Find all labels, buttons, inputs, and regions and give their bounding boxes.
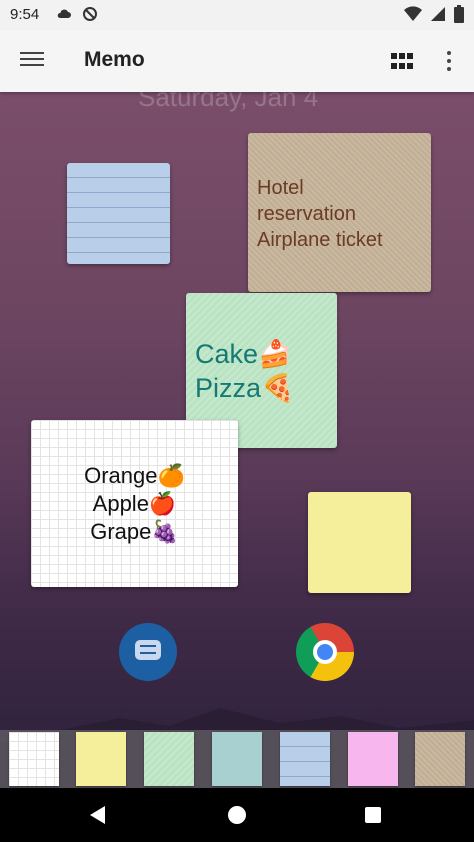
back-icon[interactable] bbox=[90, 806, 105, 824]
wifi-icon bbox=[404, 6, 422, 22]
home-screen: Saturday, Jan 4 Hotel reservation Airpla… bbox=[0, 92, 474, 788]
note-grid-text: Orange🍊 Apple🍎 Grape🍇 bbox=[84, 463, 185, 544]
swatch-teal[interactable] bbox=[212, 732, 262, 786]
messages-icon[interactable] bbox=[119, 623, 177, 681]
more-vert-icon[interactable] bbox=[437, 47, 461, 75]
note-grid-white[interactable]: Orange🍊 Apple🍎 Grape🍇 bbox=[31, 420, 238, 587]
battery-icon bbox=[454, 5, 464, 23]
do-not-disturb-icon bbox=[83, 7, 97, 21]
nav-bar bbox=[0, 788, 474, 842]
note-green-text: Cake🍰 Pizza🍕 bbox=[195, 339, 295, 403]
app-bar: Memo bbox=[0, 30, 474, 92]
home-icon[interactable] bbox=[228, 806, 246, 824]
note-kraft-text: Hotel reservation Airplane ticket bbox=[257, 177, 383, 251]
swatch-kraft[interactable] bbox=[415, 732, 465, 786]
swatch-green[interactable] bbox=[144, 732, 194, 786]
cloud-icon bbox=[57, 9, 71, 18]
note-yellow[interactable] bbox=[308, 492, 411, 593]
cell-signal-icon bbox=[431, 7, 445, 21]
app-title: Memo bbox=[84, 48, 145, 71]
note-style-tray bbox=[0, 730, 474, 788]
status-icons-left bbox=[56, 6, 98, 22]
swatch-grid-white[interactable] bbox=[9, 732, 59, 786]
swatch-pink[interactable] bbox=[348, 732, 398, 786]
swatch-lined-blue[interactable] bbox=[280, 732, 330, 786]
note-kraft[interactable]: Hotel reservation Airplane ticket bbox=[248, 133, 431, 292]
chrome-icon[interactable] bbox=[296, 623, 354, 681]
status-bar: 9:54 bbox=[0, 0, 474, 30]
note-lined-blue[interactable] bbox=[67, 163, 170, 264]
status-icons-right bbox=[404, 5, 464, 23]
swatch-yellow[interactable] bbox=[76, 732, 126, 786]
home-date: Saturday, Jan 4 bbox=[138, 92, 319, 112]
grid-view-icon[interactable] bbox=[388, 50, 413, 74]
hamburger-menu-icon[interactable] bbox=[18, 48, 46, 74]
status-time: 9:54 bbox=[10, 6, 40, 23]
recents-icon[interactable] bbox=[365, 807, 381, 823]
